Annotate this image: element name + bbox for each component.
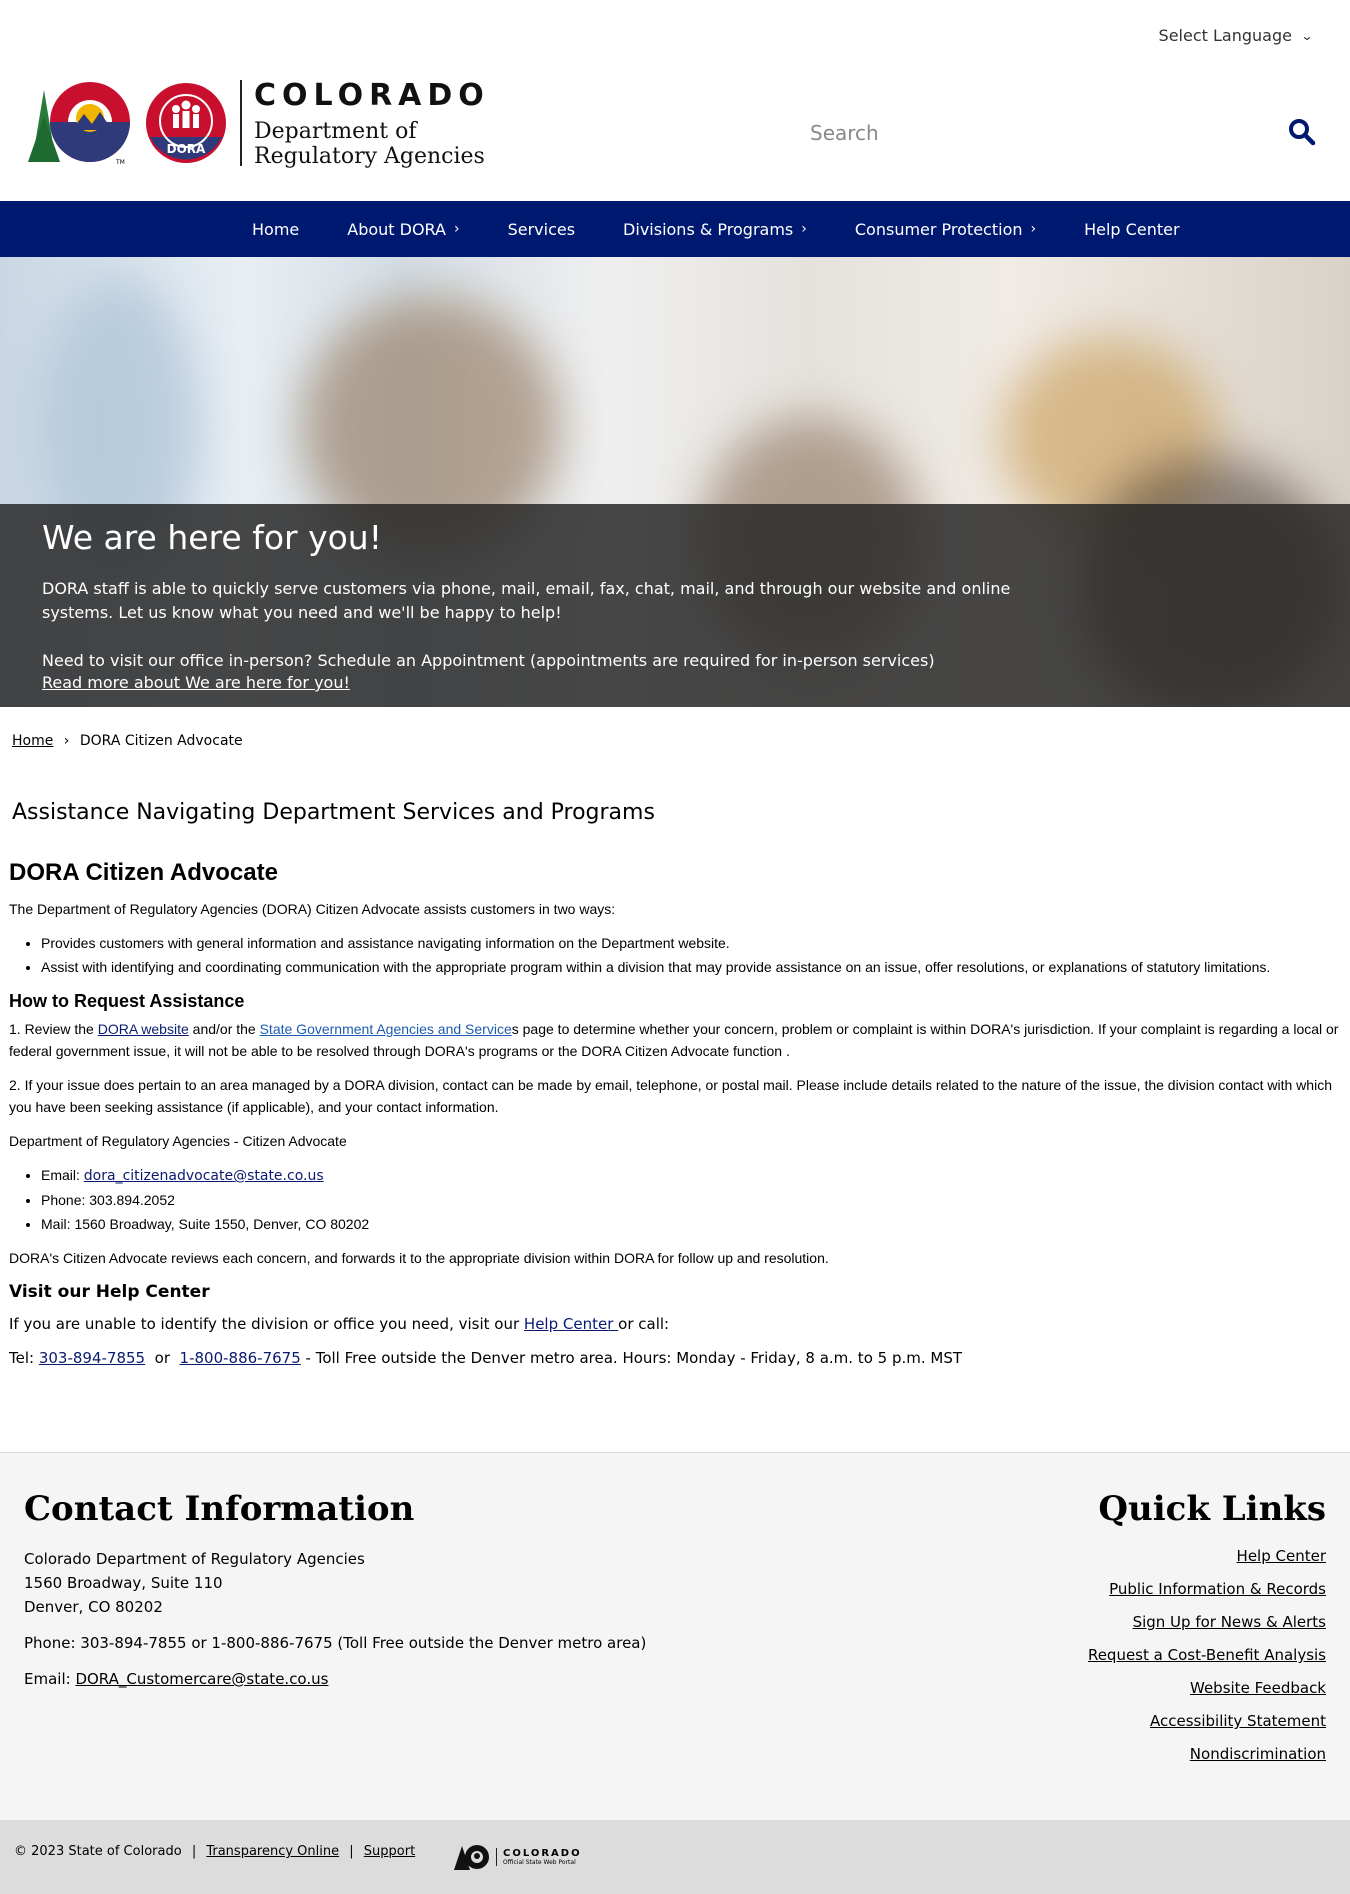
help-center-link[interactable]: Help Center xyxy=(524,1315,618,1333)
address-line: 1560 Broadway, Suite 110 xyxy=(24,1574,223,1592)
list-item: Phone: 303.894.2052 xyxy=(41,1189,1339,1211)
state-name: COLORADO xyxy=(254,77,490,113)
bottom-bar: © 2023 State of Colorado | Transparency … xyxy=(0,1820,1350,1894)
nav-item-label: Divisions & Programs xyxy=(623,219,794,239)
state-portal-logo[interactable]: COLORADO Official State Web Portal xyxy=(454,1842,582,1872)
hero-paragraph-2: Need to visit our office in-person? Sche… xyxy=(42,651,935,670)
page-title: Assistance Navigating Department Service… xyxy=(12,800,655,825)
chevron-right-icon: › xyxy=(453,221,460,237)
state-agencies-link[interactable]: State Government Agencies and Service xyxy=(260,1021,512,1037)
services-list: Provides customers with general informat… xyxy=(41,932,1339,978)
hero-read-more-link[interactable]: Read more about We are here for you! xyxy=(42,673,350,692)
search-box xyxy=(810,110,1350,156)
nav-item-label: Help Center xyxy=(1084,219,1180,239)
breadcrumb-separator: › xyxy=(63,733,70,749)
nav-item-divisions-programs[interactable]: Divisions & Programs › xyxy=(599,201,831,257)
colorado-portal-icon xyxy=(454,1845,489,1870)
quick-link[interactable]: Request a Cost-Benefit Analysis xyxy=(1088,1646,1326,1664)
list-item: Assist with identifying and coordinating… xyxy=(41,956,1339,978)
visit-help-center-heading: Visit our Help Center xyxy=(9,1282,210,1302)
list-item: Mail: 1560 Broadway, Suite 1550, Denver,… xyxy=(41,1213,1339,1235)
search-icon[interactable] xyxy=(1288,118,1316,146)
quick-link[interactable]: Website Feedback xyxy=(1088,1679,1326,1697)
address-line: Denver, CO 80202 xyxy=(24,1598,163,1616)
customercare-email-link[interactable]: DORA_Customercare@state.co.us xyxy=(75,1670,328,1688)
quick-link[interactable]: Accessibility Statement xyxy=(1088,1712,1326,1730)
request-assistance-heading: How to Request Assistance xyxy=(9,991,245,1011)
tel-text: Tel: 303-894-7855 or 1-800-886-7675 - To… xyxy=(9,1349,963,1367)
step-2: 2. If your issue does pertain to an area… xyxy=(9,1077,1332,1115)
chevron-right-icon: › xyxy=(801,221,807,237)
review-text: DORA's Citizen Advocate reviews each con… xyxy=(9,1250,829,1266)
quick-link[interactable]: Help Center xyxy=(1088,1547,1326,1565)
breadcrumb: Home › DORA Citizen Advocate xyxy=(12,733,243,749)
agency-wordmark: COLORADO Department of Regulatory Agenci… xyxy=(240,77,490,169)
support-link[interactable]: Support xyxy=(364,1844,415,1859)
quick-link[interactable]: Public Information & Records xyxy=(1088,1580,1326,1598)
nav-item-label: Services xyxy=(507,219,576,239)
language-selector[interactable]: Select Language ⌄ xyxy=(1158,26,1314,45)
contact-information: Contact Information Colorado Department … xyxy=(24,1489,646,1691)
main-content: DORA Citizen Advocate The Department of … xyxy=(9,859,1339,1381)
footer-phone: Phone: 303-894-7855 or 1-800-886-7675 (T… xyxy=(24,1634,647,1652)
quick-link[interactable]: Nondiscrimination xyxy=(1088,1745,1326,1763)
breadcrumb-current: DORA Citizen Advocate xyxy=(79,733,243,749)
language-label: Select Language xyxy=(1158,26,1292,45)
breadcrumb-home-link[interactable]: Home xyxy=(12,733,53,749)
dora-website-link[interactable]: DORA website xyxy=(98,1021,189,1037)
nav-item-services[interactable]: Services xyxy=(484,201,599,257)
dept-line-1: Department of xyxy=(254,118,417,144)
address-line: Colorado Department of Regulatory Agenci… xyxy=(24,1550,365,1568)
nav-item-help-center[interactable]: Help Center xyxy=(1060,201,1203,257)
transparency-link[interactable]: Transparency Online xyxy=(206,1844,339,1859)
nav-item-label: About DORA xyxy=(347,219,446,239)
advocate-email-link[interactable]: dora_citizenadvocate@state.co.us xyxy=(84,1168,324,1184)
advocate-contact-list: Email: dora_citizenadvocate@state.co.us … xyxy=(41,1164,1339,1235)
colorado-logo-icon: TM xyxy=(28,82,130,166)
nav-item-consumer-protection[interactable]: Consumer Protection › xyxy=(831,201,1060,257)
advocate-heading: Department of Regulatory Agencies - Citi… xyxy=(9,1133,347,1149)
hero-banner: We are here for you! DORA staff is able … xyxy=(0,257,1350,707)
site-logo[interactable]: TM DORA COLORADO Department of Regulator… xyxy=(28,77,490,169)
tel-local-link[interactable]: 303-894-7855 xyxy=(39,1349,145,1367)
contact-title: Contact Information xyxy=(24,1489,415,1529)
hero-overlay: We are here for you! DORA staff is able … xyxy=(0,504,1350,707)
svg-text:DORA: DORA xyxy=(167,142,206,156)
footer-email: Email: DORA_Customercare@state.co.us xyxy=(24,1670,329,1688)
portal-subtitle: Official State Web Portal xyxy=(503,1859,576,1866)
visit-text: If you are unable to identify the divisi… xyxy=(9,1315,670,1333)
chevron-down-icon: ⌄ xyxy=(1300,28,1314,43)
hero-paragraph-1: DORA staff is able to quickly serve cust… xyxy=(42,579,1011,622)
tel-tollfree-link[interactable]: 1-800-886-7675 xyxy=(180,1349,301,1367)
list-item: Email: dora_citizenadvocate@state.co.us xyxy=(41,1164,1339,1187)
portal-name: COLORADO xyxy=(503,1848,582,1859)
step-1: 1. Review the DORA website and/or the St… xyxy=(9,1021,1339,1059)
legal-links: © 2023 State of Colorado | Transparency … xyxy=(14,1844,416,1859)
intro-text: The Department of Regulatory Agencies (D… xyxy=(9,901,616,917)
list-item: Provides customers with general informat… xyxy=(41,932,1339,954)
chevron-right-icon: › xyxy=(1030,221,1037,237)
quick-links-title: Quick Links xyxy=(1098,1489,1326,1529)
content-heading: DORA Citizen Advocate xyxy=(9,859,278,886)
main-nav: Home About DORA › Services Divisions & Progr… xyxy=(0,201,1350,257)
quick-link[interactable]: Sign Up for News & Alerts xyxy=(1088,1613,1326,1631)
quick-links: Quick Links Help Center Public Informatio… xyxy=(1088,1489,1326,1778)
dept-line-2: Regulatory Agencies xyxy=(254,143,485,169)
nav-item-label: Consumer Protection xyxy=(854,219,1023,239)
dora-seal-icon: DORA xyxy=(146,83,226,163)
svg-text:TM: TM xyxy=(115,159,125,166)
hero-title: We are here for you! xyxy=(42,518,382,557)
search-input[interactable] xyxy=(810,121,1270,145)
nav-item-label: Home xyxy=(252,219,300,239)
nav-item-home[interactable]: Home xyxy=(228,201,323,257)
footer: Contact Information Colorado Department … xyxy=(0,1452,1350,1820)
nav-item-about-dora[interactable]: About DORA › xyxy=(323,201,483,257)
site-header: TM DORA COLORADO Department of Regulator… xyxy=(28,77,1322,180)
copyright: © 2023 State of Colorado xyxy=(14,1844,182,1859)
